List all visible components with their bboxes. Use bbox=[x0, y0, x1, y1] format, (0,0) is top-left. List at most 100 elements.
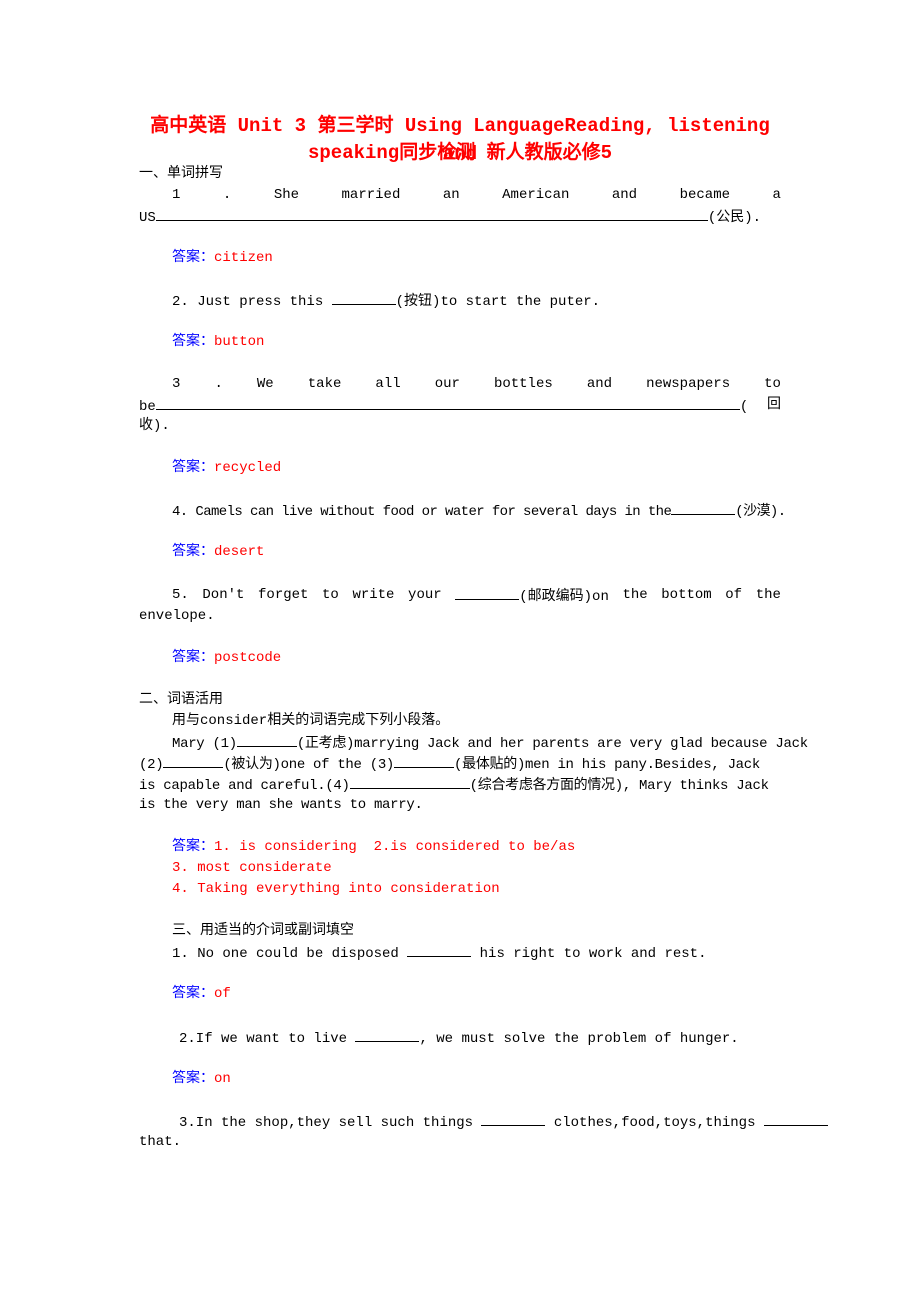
answer-5: 答案：postcode bbox=[139, 648, 814, 669]
answer-blank[interactable] bbox=[331, 290, 396, 305]
question-3-line-3: 收). bbox=[139, 418, 170, 434]
word: a bbox=[772, 187, 781, 203]
answer-3: 答案：recycled bbox=[139, 458, 814, 479]
text: 2. Just press this bbox=[172, 294, 332, 310]
section-1-heading: 一、单词拼写 bbox=[139, 166, 223, 182]
document-title-line-2: speaking同步检测 新人教版必修5 bbox=[307, 142, 613, 164]
section-3-answer-1: 答案：of bbox=[139, 984, 814, 1005]
answer-text: 1. is considering 2.is considered to be/… bbox=[214, 839, 576, 855]
answer-blank[interactable] bbox=[155, 395, 740, 410]
answer-4: 答案：desert bbox=[139, 542, 814, 563]
section-3-answer-2: 答案：on bbox=[139, 1069, 814, 1090]
text: ( bbox=[739, 399, 749, 415]
word: 1 bbox=[172, 187, 181, 203]
word: Don't bbox=[202, 587, 245, 603]
answer-label: 答案： bbox=[172, 250, 214, 266]
text: clothes,food,toys,things bbox=[545, 1115, 764, 1131]
word: . bbox=[222, 187, 232, 203]
section-2-heading: 二、词语活用 bbox=[139, 692, 223, 708]
answer-text: desert bbox=[214, 544, 265, 560]
text: (被认为)one of the (3) bbox=[223, 757, 395, 773]
answer-text: citizen bbox=[214, 250, 273, 266]
word: to bbox=[322, 587, 339, 603]
answer-text: recycled bbox=[214, 460, 282, 476]
answer-blank[interactable] bbox=[349, 774, 470, 789]
question-5-line-1: 5. Don't forget to write your (邮政编码)on t… bbox=[139, 585, 781, 608]
answer-blank[interactable] bbox=[394, 753, 455, 768]
text: (正考虑)marrying Jack and her parents are v… bbox=[296, 736, 808, 752]
word: our bbox=[434, 376, 460, 392]
answer-text: postcode bbox=[214, 650, 282, 666]
paragraph-line-3: is capable and careful.(4) (综合考虑各方面的情况), … bbox=[139, 774, 829, 797]
text: (综合考虑各方面的情况), Mary thinks Jack bbox=[469, 778, 769, 794]
word: all bbox=[375, 376, 401, 392]
answers-section-2-line-2: 3. most considerate bbox=[172, 860, 332, 876]
answer-text: on bbox=[214, 1071, 231, 1087]
word: the bbox=[755, 587, 781, 603]
text: , we must solve the problem of hunger. bbox=[419, 1031, 739, 1047]
text: 2.If we want to live bbox=[179, 1031, 356, 1047]
paragraph-line-2: (2) (被认为)one of the (3) (最体贴的)men in his p… bbox=[139, 753, 829, 776]
answer-blank[interactable] bbox=[455, 585, 520, 600]
word: bottom bbox=[661, 587, 712, 603]
word: to bbox=[764, 376, 781, 392]
answer-2: 答案：button bbox=[139, 332, 814, 353]
answer-label: 答案： bbox=[172, 544, 214, 560]
word: the bbox=[622, 587, 648, 603]
answer-blank[interactable] bbox=[763, 1111, 828, 1126]
question-3-line-1: 3 . We take all our bottles and newspape… bbox=[139, 374, 781, 395]
question-1-line-1: 1 . She married an American and became a bbox=[139, 185, 781, 206]
answer-blank[interactable] bbox=[355, 1027, 420, 1042]
word: married bbox=[341, 187, 401, 203]
answer-1: 答案：citizen bbox=[139, 248, 814, 269]
word: We bbox=[256, 376, 274, 392]
section-3-question-3-line-1: 3.In the shop,they sell such things clot… bbox=[139, 1111, 869, 1134]
word: forget bbox=[258, 587, 309, 603]
question-2: 2. Just press this (按钮)to start the pute… bbox=[139, 290, 814, 313]
text: 1. No one could be disposed bbox=[172, 946, 408, 962]
word: newspapers bbox=[646, 376, 731, 392]
paragraph-line-1: Mary (1) (正考虑)marrying Jack and her paren… bbox=[139, 732, 862, 755]
answer-blank[interactable] bbox=[155, 206, 708, 221]
word: and bbox=[611, 187, 638, 203]
answers-section-2-line-1: 答案：1. is considering 2.is considered to … bbox=[139, 837, 814, 858]
hint: (公民). bbox=[707, 210, 762, 226]
answer-blank[interactable] bbox=[671, 500, 736, 515]
text: (2) bbox=[139, 757, 164, 773]
word: 3 bbox=[172, 376, 181, 392]
answer-blank[interactable] bbox=[407, 942, 472, 957]
word: became bbox=[679, 187, 731, 203]
answer-label: 答案： bbox=[172, 460, 214, 476]
text: is capable and careful.(4) bbox=[139, 778, 350, 794]
word: and bbox=[586, 376, 613, 392]
word: bottles bbox=[493, 376, 553, 392]
text: (邮政编码)on bbox=[519, 589, 609, 605]
section-3-heading: 三、用适当的介词或副词填空 bbox=[172, 923, 354, 939]
answer-label: 答案： bbox=[172, 334, 214, 350]
question-5-line-2: envelope. bbox=[139, 608, 215, 624]
word: She bbox=[273, 187, 300, 203]
answer-text: button bbox=[214, 334, 265, 350]
text: US bbox=[139, 210, 156, 226]
text: 3.In the shop,they sell such things bbox=[179, 1115, 482, 1131]
text: his right to work and rest. bbox=[471, 946, 707, 962]
section-3-question-2: 2.If we want to live , we must solve the… bbox=[139, 1027, 821, 1050]
text: Mary (1) bbox=[172, 736, 237, 752]
text: be bbox=[139, 399, 156, 415]
text: 4. Camels can live without food or water… bbox=[172, 504, 672, 520]
word: 5. bbox=[172, 587, 189, 603]
text: (最体贴的)men in his pany.Besides, Jack bbox=[454, 757, 760, 773]
question-4: 4. Camels can live without food or water… bbox=[139, 500, 814, 523]
answer-text: of bbox=[214, 986, 231, 1002]
section-3-question-1: 1. No one could be disposed his right to… bbox=[139, 942, 814, 965]
word: of bbox=[725, 587, 743, 603]
answer-label: 答案： bbox=[172, 1071, 214, 1087]
answer-blank[interactable] bbox=[163, 753, 224, 768]
answer-blank[interactable] bbox=[481, 1111, 546, 1126]
word: . bbox=[214, 376, 223, 392]
text: 回 bbox=[767, 397, 781, 413]
answer-blank[interactable] bbox=[236, 732, 297, 747]
word: your bbox=[408, 587, 442, 603]
question-1-line-2: US (公民). bbox=[139, 206, 781, 229]
section-2-instruction: 用与consider相关的词语完成下列小段落。 bbox=[172, 713, 450, 729]
